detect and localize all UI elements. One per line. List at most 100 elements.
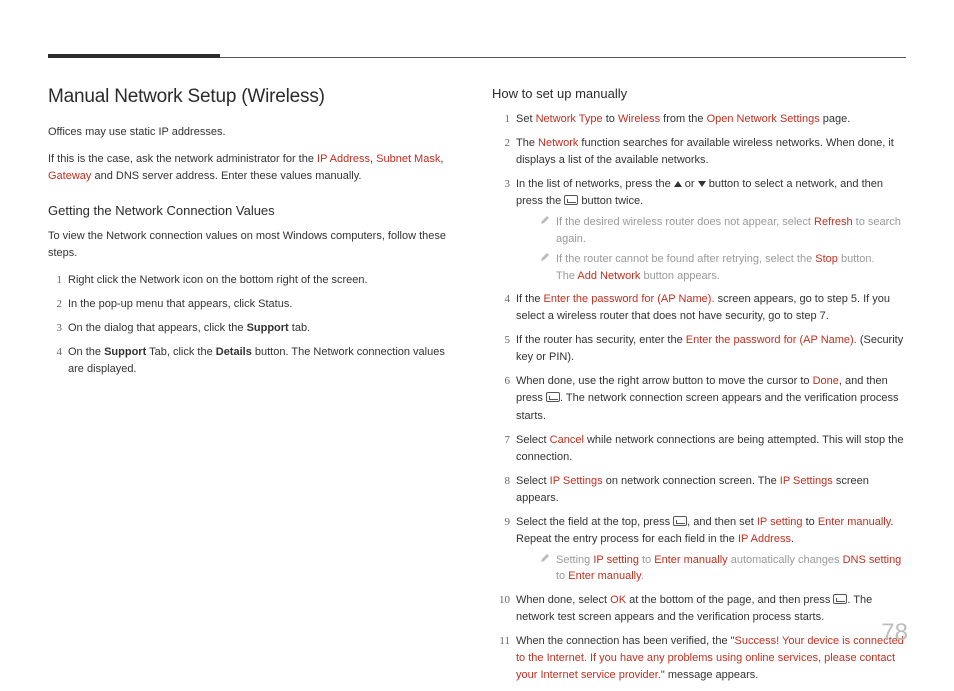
step-text: Select IP Settings on network connection… (516, 475, 869, 504)
step-number: 4 (48, 344, 62, 361)
text: If the desired wireless router does not … (556, 216, 814, 228)
step-text: In the list of networks, press the or bu… (516, 178, 883, 207)
step-number: 3 (492, 176, 510, 193)
pencil-icon (540, 215, 550, 225)
step-text: When done, use the right arrow button to… (516, 375, 899, 421)
step-text: In the pop-up menu that appears, click S… (68, 298, 292, 310)
wireless-term: Wireless (618, 113, 660, 125)
enter-button-icon (564, 195, 578, 205)
step-9-notes: Setting IP setting to Enter manually aut… (540, 552, 906, 585)
enter-password-term: Enter the password for (AP Name). (686, 334, 857, 346)
text: , (440, 153, 443, 165)
enter-button-icon (546, 392, 560, 402)
step-text: Select the field at the top, press , and… (516, 516, 893, 545)
columns: Manual Network Setup (Wireless) Offices … (48, 86, 906, 691)
subnet-mask-term: Subnet Mask (376, 153, 440, 165)
text: If the router cannot be found after retr… (556, 253, 815, 265)
step-number: 9 (492, 514, 510, 531)
text: and DNS server address. Enter these valu… (91, 170, 361, 182)
subheading-intro: To view the Network connection values on… (48, 228, 448, 262)
text: button appears. (640, 270, 720, 282)
ip-address-term: IP Address (317, 153, 370, 165)
step-3-notes: If the desired wireless router does not … (540, 214, 906, 284)
step-number: 7 (492, 432, 510, 449)
network-type-term: Network Type (536, 113, 603, 125)
done-term: Done (813, 375, 839, 387)
intro-paragraph-2: If this is the case, ask the network adm… (48, 151, 448, 185)
step-number: 6 (492, 373, 510, 390)
step-number: 2 (492, 135, 510, 152)
step-text: Right click the Network icon on the bott… (68, 274, 368, 286)
gateway-term: Gateway (48, 170, 91, 182)
page-title: Manual Network Setup (Wireless) (48, 86, 448, 108)
text: The (556, 270, 577, 282)
enter-button-icon (673, 516, 687, 526)
text: button twice. (578, 195, 643, 207)
text: On the (68, 346, 104, 358)
enter-manually-term: Enter manually (818, 516, 891, 528)
text: to (556, 570, 568, 582)
text: When the connection has been verified, t… (516, 635, 735, 647)
text: When done, use the right arrow button to… (516, 375, 813, 387)
list-item: 7 Select Cancel while network connection… (492, 432, 906, 466)
step-text: Set Network Type to Wireless from the Op… (516, 113, 850, 125)
list-item: 11 When the connection has been verified… (492, 633, 906, 684)
text: to (639, 554, 654, 566)
subheading-getting-values: Getting the Network Connection Values (48, 203, 448, 218)
text: Select the field at the top, press (516, 516, 673, 528)
list-item: 5 If the router has security, enter the … (492, 332, 906, 366)
dns-setting-term: DNS setting (843, 554, 902, 566)
text: The (516, 137, 538, 149)
enter-manually-term: Enter manually (568, 570, 641, 582)
text: automatically changes (728, 554, 843, 566)
list-item: 3 In the list of networks, press the or … (492, 176, 906, 284)
step-number: 8 (492, 473, 510, 490)
support-tab-term: Support (104, 346, 146, 358)
steps-left: 1 Right click the Network icon on the bot… (48, 272, 448, 378)
text: to (603, 113, 618, 125)
text: button. (838, 253, 875, 265)
step-number: 4 (492, 291, 510, 308)
enter-manually-term: Enter manually (654, 554, 727, 566)
step-text: When the connection has been verified, t… (516, 635, 904, 681)
text: In the list of networks, press the (516, 178, 674, 190)
details-button-term: Details (216, 346, 252, 358)
list-item: 6 When done, use the right arrow button … (492, 373, 906, 424)
text: Set (516, 113, 536, 125)
step-number: 1 (48, 272, 62, 289)
ip-settings-term: IP Settings (780, 475, 833, 487)
pencil-icon (540, 553, 550, 563)
step-text: If the router has security, enter the En… (516, 334, 903, 363)
list-item: 4 If the Enter the password for (AP Name… (492, 291, 906, 325)
ip-setting-term: IP setting (593, 554, 639, 566)
stop-term: Stop (815, 253, 838, 265)
text: If the (516, 293, 544, 305)
step-number: 1 (492, 111, 510, 128)
list-item: 3 On the dialog that appears, click the … (48, 320, 448, 337)
rule-thick (48, 54, 220, 58)
text: from the (660, 113, 706, 125)
header-rule (48, 54, 906, 60)
text: tab. (289, 322, 310, 334)
steps-right: 1 Set Network Type to Wireless from the … (492, 111, 906, 684)
ip-setting-term: IP setting (757, 516, 803, 528)
list-item: 10 When done, select OK at the bottom of… (492, 592, 906, 626)
manual-page: Manual Network Setup (Wireless) Offices … (0, 0, 954, 675)
text: . (641, 570, 644, 582)
open-network-settings-term: Open Network Settings (707, 113, 820, 125)
text: Setting (556, 554, 593, 566)
text: If this is the case, ask the network adm… (48, 153, 317, 165)
ip-address-term: IP Address (738, 533, 791, 545)
list-item: 1 Set Network Type to Wireless from the … (492, 111, 906, 128)
refresh-term: Refresh (814, 216, 853, 228)
enter-button-icon (833, 594, 847, 604)
text: or (682, 178, 698, 190)
step-number: 10 (492, 592, 510, 609)
note: Setting IP setting to Enter manually aut… (540, 552, 906, 585)
step-number: 5 (492, 332, 510, 349)
left-column: Manual Network Setup (Wireless) Offices … (48, 86, 448, 691)
network-term: Network (538, 137, 578, 149)
list-item: 2 The Network function searches for avai… (492, 135, 906, 169)
list-item: 2In the pop-up menu that appears, click … (48, 296, 448, 313)
note: If the router cannot be found after retr… (540, 251, 906, 284)
